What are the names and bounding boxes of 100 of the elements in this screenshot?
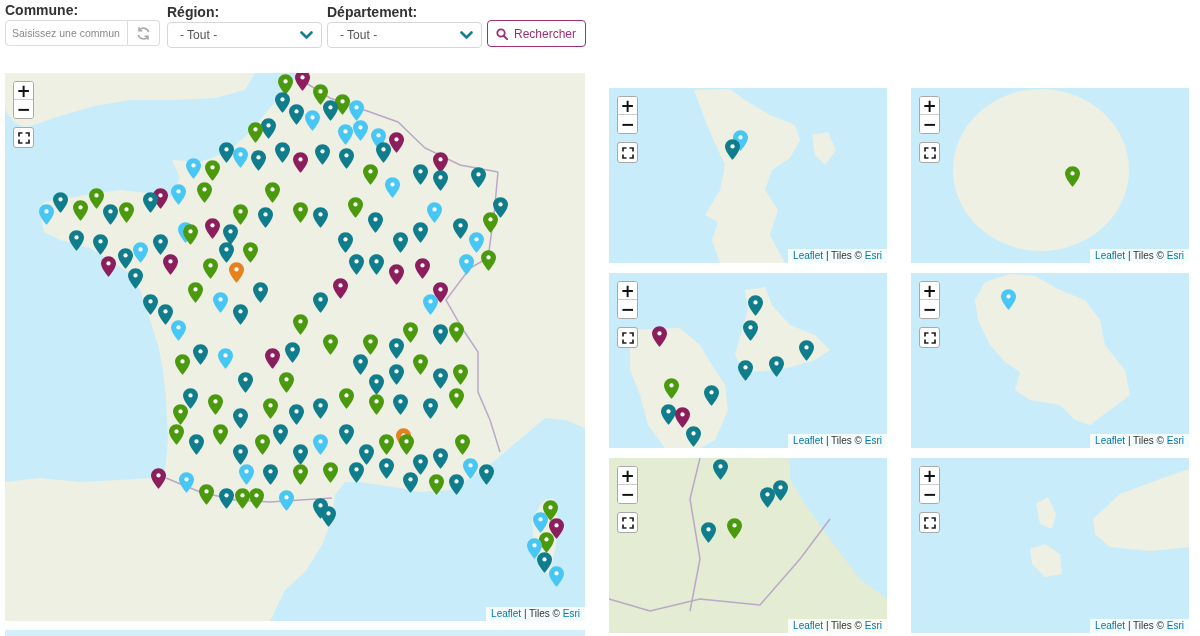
map-marker-icon[interactable] bbox=[532, 512, 548, 533]
attribution-link[interactable]: Esri bbox=[864, 250, 882, 261]
map-marker-icon[interactable] bbox=[378, 434, 394, 455]
map-marker-icon[interactable] bbox=[492, 197, 508, 218]
map-marker-icon[interactable] bbox=[274, 92, 290, 113]
map-marker-icon[interactable] bbox=[724, 139, 740, 160]
attribution-link[interactable]: Leaflet bbox=[1095, 435, 1126, 446]
map-marker-icon[interactable] bbox=[432, 324, 448, 345]
map-marker-icon[interactable] bbox=[212, 424, 228, 445]
map-marker-icon[interactable] bbox=[196, 182, 212, 203]
map-marker-icon[interactable] bbox=[332, 278, 348, 299]
map-marker-icon[interactable] bbox=[538, 532, 554, 553]
map-marker-icon[interactable] bbox=[362, 334, 378, 355]
map-marker-icon[interactable] bbox=[384, 177, 400, 198]
map-marker-icon[interactable] bbox=[378, 458, 394, 479]
map-marker-icon[interactable] bbox=[172, 404, 188, 425]
fullscreen-button[interactable] bbox=[13, 127, 34, 148]
map-marker-icon[interactable] bbox=[292, 202, 308, 223]
attribution-link[interactable]: Esri bbox=[864, 620, 882, 631]
map-marker-icon[interactable] bbox=[458, 254, 474, 275]
map-marker-icon[interactable] bbox=[288, 104, 304, 125]
map-marker-icon[interactable] bbox=[462, 458, 478, 479]
fullscreen-button[interactable] bbox=[617, 327, 638, 348]
map-marker-icon[interactable] bbox=[218, 142, 234, 163]
map-marker-icon[interactable] bbox=[536, 552, 552, 573]
map-marker-icon[interactable] bbox=[412, 164, 428, 185]
map-marker-icon[interactable] bbox=[222, 224, 238, 245]
map-marker-icon[interactable] bbox=[312, 398, 328, 419]
map-marker-icon[interactable] bbox=[367, 212, 383, 233]
map-marker-icon[interactable] bbox=[277, 74, 293, 95]
map-marker-icon[interactable] bbox=[260, 118, 276, 139]
map-marker-icon[interactable] bbox=[312, 207, 328, 228]
map-marker-icon[interactable] bbox=[202, 258, 218, 279]
map-marker-icon[interactable] bbox=[234, 488, 250, 509]
map-marker-icon[interactable] bbox=[798, 340, 814, 361]
map-marker-icon[interactable] bbox=[1064, 166, 1080, 187]
map-marker-icon[interactable] bbox=[292, 464, 308, 485]
map-marker-icon[interactable] bbox=[454, 434, 470, 455]
map-marker-icon[interactable] bbox=[392, 394, 408, 415]
attribution-link[interactable]: Esri bbox=[1166, 435, 1184, 446]
map-marker-icon[interactable] bbox=[72, 200, 88, 221]
map-marker-icon[interactable] bbox=[660, 404, 676, 425]
map-marker-icon[interactable] bbox=[482, 212, 498, 233]
map-marker-icon[interactable] bbox=[182, 388, 198, 409]
map-marker-icon[interactable] bbox=[432, 448, 448, 469]
map-marker-icon[interactable] bbox=[1000, 289, 1016, 310]
map-marker-icon[interactable] bbox=[432, 152, 448, 173]
map-marker-icon[interactable] bbox=[304, 110, 320, 131]
map-marker-icon[interactable] bbox=[102, 204, 118, 225]
zoom-in-button[interactable]: + bbox=[618, 282, 637, 300]
map-marker-icon[interactable] bbox=[470, 167, 486, 188]
map-marker-icon[interactable] bbox=[548, 566, 564, 587]
map-marker-icon[interactable] bbox=[312, 292, 328, 313]
map-marker-icon[interactable] bbox=[168, 424, 184, 445]
map-marker-icon[interactable] bbox=[284, 342, 300, 363]
map-marker-icon[interactable] bbox=[117, 248, 133, 269]
map-marker-icon[interactable] bbox=[742, 320, 758, 341]
map-marker-icon[interactable] bbox=[737, 360, 753, 381]
map-marker-icon[interactable] bbox=[242, 242, 258, 263]
map-marker-icon[interactable] bbox=[768, 356, 784, 377]
map-marker-icon[interactable] bbox=[127, 268, 143, 289]
map-marker-icon[interactable] bbox=[426, 202, 442, 223]
map-marker-icon[interactable] bbox=[170, 184, 186, 205]
map-marker-icon[interactable] bbox=[362, 164, 378, 185]
map-marker-icon[interactable] bbox=[358, 444, 374, 465]
fullscreen-button[interactable] bbox=[617, 142, 638, 163]
map-marker-icon[interactable] bbox=[348, 254, 364, 275]
map-marker-icon[interactable] bbox=[288, 404, 304, 425]
search-button[interactable]: Rechercher bbox=[487, 20, 587, 47]
map-marker-icon[interactable] bbox=[314, 144, 330, 165]
map-marker-icon[interactable] bbox=[452, 364, 468, 385]
map-marker-icon[interactable] bbox=[772, 480, 788, 501]
map-marker-icon[interactable] bbox=[292, 314, 308, 335]
map-marker-icon[interactable] bbox=[388, 264, 404, 285]
map-marker-icon[interactable] bbox=[262, 398, 278, 419]
map-marker-icon[interactable] bbox=[700, 522, 716, 543]
zoom-in-button[interactable]: + bbox=[920, 282, 939, 300]
dropdown-select[interactable]: - Tout - bbox=[327, 22, 482, 48]
map-marker-icon[interactable] bbox=[257, 207, 273, 228]
map-marker-icon[interactable] bbox=[252, 282, 268, 303]
map-marker-icon[interactable] bbox=[250, 150, 266, 171]
map-marker-icon[interactable] bbox=[348, 100, 364, 121]
attribution-link[interactable]: Esri bbox=[1166, 620, 1184, 631]
map-marker-icon[interactable] bbox=[322, 462, 338, 483]
map-marker-icon[interactable] bbox=[248, 488, 264, 509]
map-marker-icon[interactable] bbox=[162, 254, 178, 275]
map-marker-icon[interactable] bbox=[388, 132, 404, 153]
zoom-in-button[interactable]: + bbox=[14, 82, 33, 100]
map-marker-icon[interactable] bbox=[177, 222, 193, 243]
map-marker-icon[interactable] bbox=[142, 294, 158, 315]
map-marker-icon[interactable] bbox=[274, 142, 290, 163]
map-marker-icon[interactable] bbox=[322, 334, 338, 355]
zoom-in-button[interactable]: + bbox=[618, 467, 637, 485]
map-marker-icon[interactable] bbox=[170, 320, 186, 341]
map-marker-icon[interactable] bbox=[368, 254, 384, 275]
map-marker-icon[interactable] bbox=[352, 354, 368, 375]
map-marker-icon[interactable] bbox=[187, 282, 203, 303]
map-marker-icon[interactable] bbox=[217, 348, 233, 369]
map-marker-icon[interactable] bbox=[412, 454, 428, 475]
map-marker-icon[interactable] bbox=[375, 142, 391, 163]
